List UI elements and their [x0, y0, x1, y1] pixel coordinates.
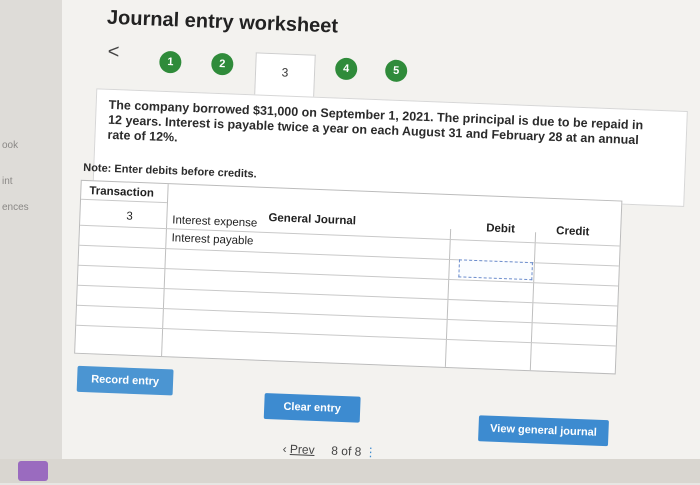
side-strip: ook int ences	[0, 0, 63, 483]
app-icon[interactable]	[18, 461, 48, 481]
record-entry-button[interactable]: Record entry	[76, 365, 174, 396]
row-divider	[76, 324, 616, 347]
row-divider	[77, 284, 618, 307]
page-total: 8	[354, 444, 362, 459]
prev-link[interactable]: Prev	[290, 442, 315, 457]
row-divider	[78, 264, 619, 287]
more-icon[interactable]: ⋮	[364, 445, 377, 459]
view-general-journal-button[interactable]: View general journal	[478, 415, 609, 447]
journal-table: Transaction General Journal Debit Credit…	[74, 179, 623, 375]
row-divider	[80, 224, 620, 247]
page-of: of	[341, 443, 352, 459]
transaction-cell: 3	[126, 210, 134, 223]
tab-step-3[interactable]: 3	[254, 52, 316, 100]
transaction-header: Transaction	[89, 185, 155, 200]
step-2-button[interactable]: 2	[210, 52, 234, 76]
step-1-button[interactable]: 1	[158, 50, 182, 74]
page-current: 8	[331, 443, 339, 458]
step-5-button[interactable]: 5	[384, 59, 408, 83]
sidebar-item-label[interactable]: ook	[2, 140, 18, 151]
sidebar-item-label[interactable]: int	[2, 176, 13, 187]
back-chevron-icon[interactable]: <	[107, 41, 120, 64]
step-4-button[interactable]: 4	[334, 57, 358, 81]
row-divider	[81, 198, 167, 204]
credit-header: Credit	[555, 225, 590, 239]
page-title: Journal entry worksheet	[106, 6, 339, 38]
column-divider	[161, 184, 169, 357]
clear-entry-button[interactable]: Clear entry	[263, 393, 361, 423]
account-cell[interactable]: Interest expense	[172, 214, 257, 229]
debit-header: Debit	[485, 222, 516, 236]
pager: ‹ Prev 8 of 8 ⋮	[282, 442, 377, 460]
row-divider	[79, 244, 619, 267]
general-journal-header: General Journal	[268, 212, 357, 228]
problem-text: The company borrowed $31,000 on Septembe…	[107, 97, 644, 148]
account-cell[interactable]: Interest payable	[171, 232, 253, 247]
prev-chevron-icon[interactable]: ‹	[282, 442, 287, 456]
debit-input[interactable]	[458, 259, 533, 281]
sidebar-item-label[interactable]: ences	[2, 202, 29, 213]
taskbar	[0, 459, 700, 483]
journal-worksheet: Journal entry worksheet < 1 2 3 4 5 The …	[72, 0, 700, 485]
row-divider	[76, 304, 617, 327]
